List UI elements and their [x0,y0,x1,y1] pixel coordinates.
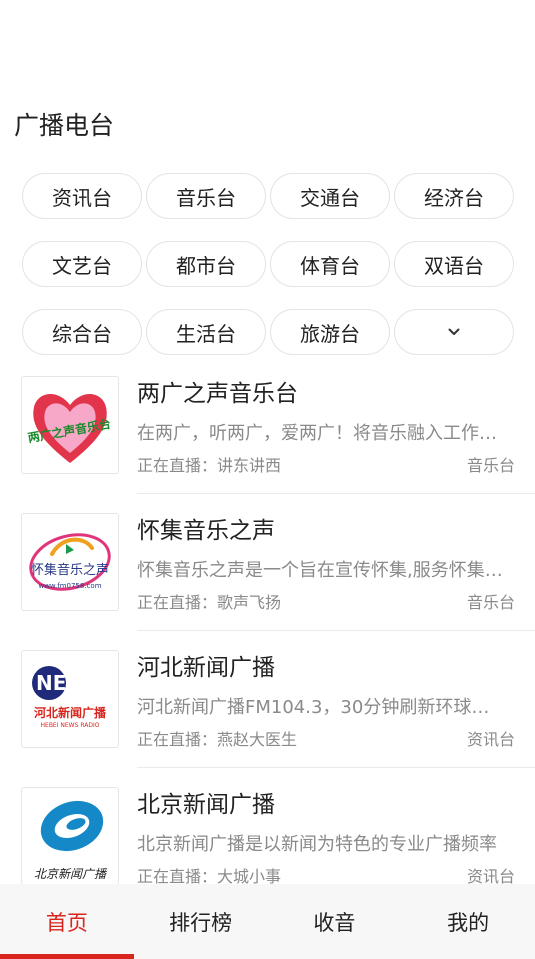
station-live-program: 正在直播：大城小事 [137,867,282,884]
category-row: 综合台 生活台 旅游台 [22,309,514,355]
svg-text:北京新闻广播: 北京新闻广播 [34,867,108,881]
svg-text:www.fm0758.com: www.fm0758.com [38,582,101,590]
category-pill-general[interactable]: 综合台 [22,309,142,355]
category-pill-economy[interactable]: 经济台 [394,173,514,219]
nav-mine[interactable]: 我的 [401,884,535,959]
music-voice-logo-icon: 怀集音乐之声 www.fm0758.com [29,533,111,591]
station-name: 两广之声音乐台 [137,381,298,407]
chevron-down-icon [448,328,460,335]
station-description: 怀集音乐之声是一个旨在宣传怀集,服务怀集人民的电台 [137,560,507,581]
station-live-program: 正在直播：讲东讲西 [137,456,282,475]
svg-text:河北新闻广播: 河北新闻广播 [33,705,107,720]
svg-text:HEBEI NEWS RADIO: HEBEI NEWS RADIO [41,722,100,729]
heart-logo-icon: 两广之声音乐台 [27,393,112,463]
category-pill-traffic[interactable]: 交通台 [270,173,390,219]
category-pill-music[interactable]: 音乐台 [146,173,266,219]
station-logo: 怀集音乐之声 www.fm0758.com [21,513,119,611]
station-list: 两广之声音乐台 两广之声音乐台 在两广，听两广，爱两广！将音乐融入工作、生活中 … [0,357,535,884]
category-row: 文艺台 都市台 体育台 双语台 [22,241,514,287]
station-logo: 两广之声音乐台 [21,376,119,474]
station-name: 怀集音乐之声 [137,518,275,544]
nav-home-label: 首页 [45,910,88,935]
station-category-tag: 资讯台 [466,730,515,749]
category-row: 资讯台 音乐台 交通台 经济台 [22,173,514,219]
category-grid: 资讯台 音乐台 交通台 经济台 文艺台 都市台 体育台 双语台 综合台 生活台 … [22,173,514,377]
category-pill-city[interactable]: 都市台 [146,241,266,287]
station-category-tag: 资讯台 [466,867,515,884]
nav-ranking-label: 排行榜 [169,910,233,935]
beijing-news-logo-icon: 北京新闻广播 [34,800,108,881]
station-description: 在两广，听两广，爱两广！将音乐融入工作、生活中 [137,423,507,444]
nav-radio-label: 收音 [313,910,356,935]
station-description: 河北新闻广播FM104.3，30分钟刷新环球资讯 [137,697,507,718]
page-title: 广播电台 [14,111,115,140]
station-item[interactable]: 怀集音乐之声 www.fm0758.com 怀集音乐之声 怀集音乐之声是一个旨在… [0,494,535,631]
category-pill-travel[interactable]: 旅游台 [270,309,390,355]
svg-text:怀集音乐之声: 怀集音乐之声 [31,562,109,578]
category-pill-life[interactable]: 生活台 [146,309,266,355]
station-category-tag: 音乐台 [466,593,515,612]
bottom-nav: 首页 排行榜 收音 我的 [0,884,535,959]
category-pill-news[interactable]: 资讯台 [22,173,142,219]
station-logo: 北京新闻广播 [21,787,119,884]
active-tab-indicator [0,954,134,959]
station-live-program: 正在直播：歌声飞扬 [137,593,282,612]
station-live-program: 正在直播：燕赵大医生 [137,730,298,749]
nav-radio[interactable]: 收音 [268,884,402,959]
category-pill-sports[interactable]: 体育台 [270,241,390,287]
category-expand-button[interactable] [394,309,514,355]
station-item[interactable]: NEWS 河北新闻广播 HEBEI NEWS RADIO 河北新闻广播 河北新闻… [0,631,535,768]
nav-mine-label: 我的 [447,910,490,935]
station-item[interactable]: 两广之声音乐台 两广之声音乐台 在两广，听两广，爱两广！将音乐融入工作、生活中 … [0,357,535,494]
svg-text:NEWS: NEWS [36,671,103,695]
station-description: 北京新闻广播是以新闻为特色的专业广播频率 [137,834,497,855]
category-pill-arts[interactable]: 文艺台 [22,241,142,287]
nav-ranking[interactable]: 排行榜 [134,884,268,959]
station-item[interactable]: 北京新闻广播 北京新闻广播 北京新闻广播是以新闻为特色的专业广播频率 正在直播：… [0,768,535,884]
station-logo: NEWS 河北新闻广播 HEBEI NEWS RADIO [21,650,119,748]
category-pill-bilingual[interactable]: 双语台 [394,241,514,287]
news-logo-icon: NEWS 河北新闻广播 HEBEI NEWS RADIO [32,666,107,729]
nav-home[interactable]: 首页 [0,884,134,959]
station-name: 河北新闻广播 [137,655,275,681]
station-category-tag: 音乐台 [466,456,515,475]
station-name: 北京新闻广播 [137,792,275,818]
